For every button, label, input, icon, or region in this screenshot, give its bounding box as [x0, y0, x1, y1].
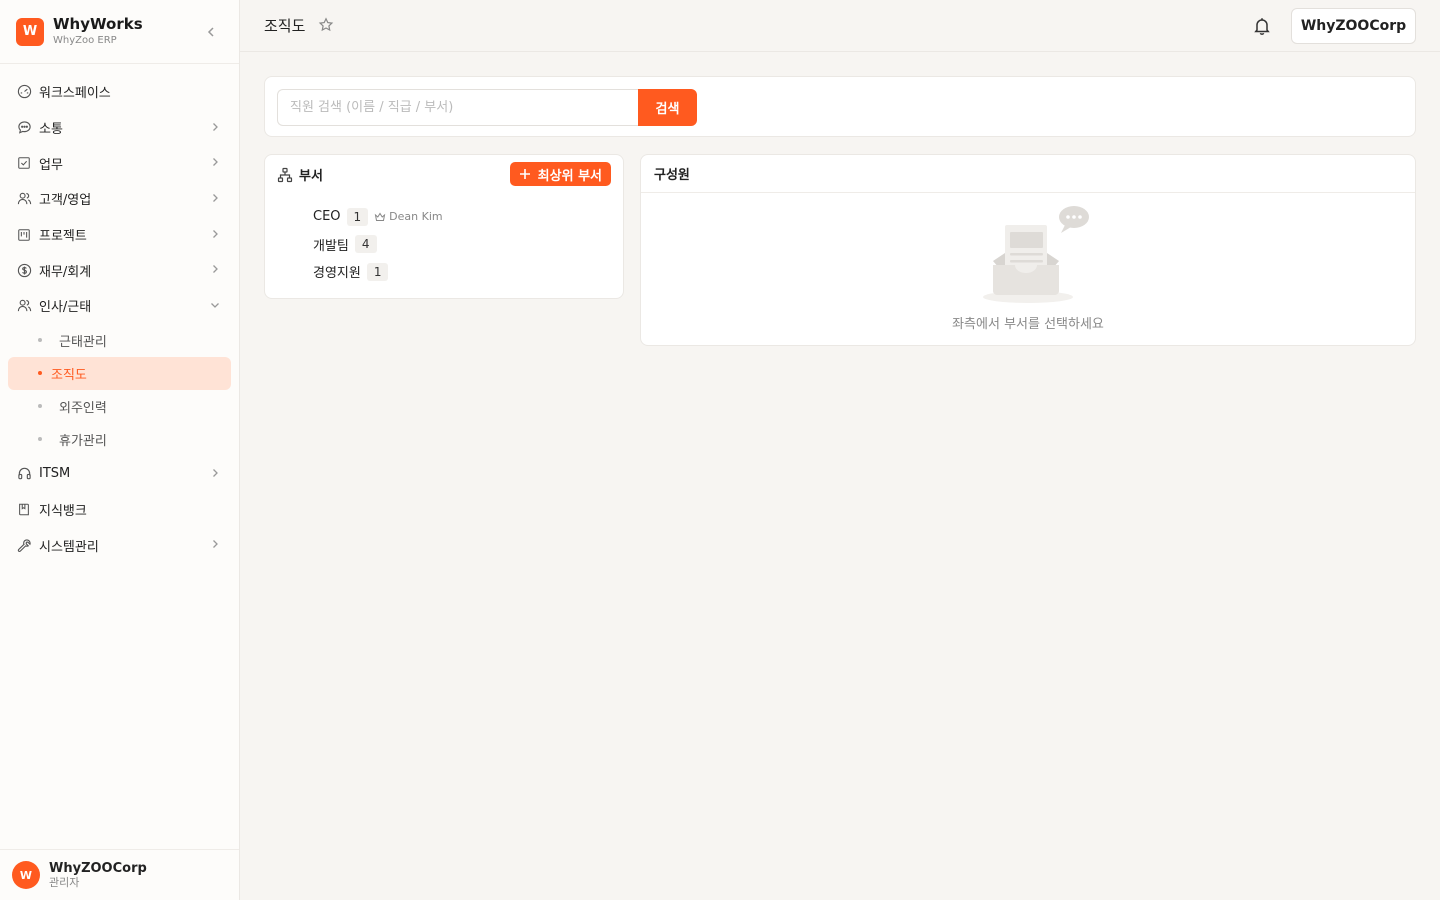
nav-item-itsm[interactable]: ITSM [0, 456, 239, 492]
star-icon[interactable] [318, 17, 334, 33]
members-panel-title: 구성원 [641, 155, 1415, 193]
chevron-right-icon [213, 468, 218, 477]
nav-item-system-admin[interactable]: 시스템관리 [0, 527, 239, 563]
org-tree-icon [277, 167, 293, 182]
sub-item-label: 휴가관리 [59, 433, 107, 449]
main-nav: 워크스페이스 소통 업무 고객/영업 프로젝트 재무/회계 인사/근태 근태관리… [0, 64, 239, 563]
nav-label: 재무/회계 [39, 264, 92, 280]
leader-name: Dean Kim [389, 210, 443, 224]
sub-item-leave[interactable]: 휴가관리 [8, 423, 231, 456]
employee-search-card: 검색 [264, 76, 1416, 137]
department-name: 경영지원 [313, 266, 361, 282]
members-panel: 구성원 좌측에서 부서를 선택하세요 [640, 154, 1416, 346]
department-panel-title: 부서 [299, 169, 323, 184]
brand-subtitle: WhyZoo ERP [53, 35, 117, 46]
add-top-department-button[interactable]: 최상위 부서 [509, 162, 611, 186]
department-name: 개발팀 [313, 238, 349, 254]
headset-icon [16, 466, 32, 482]
member-count-badge: 1 [346, 207, 369, 226]
chevron-right-icon [213, 158, 218, 167]
nav-item-communication[interactable]: 소통 [0, 110, 239, 146]
sub-item-label: 외주인력 [59, 400, 107, 416]
avatar: W [12, 861, 40, 889]
nav-item-workspace[interactable]: 워크스페이스 [0, 74, 239, 110]
collapse-sidebar-icon[interactable] [203, 24, 219, 40]
member-count-badge: 1 [366, 262, 389, 281]
people-icon [16, 298, 32, 314]
chevron-right-icon [213, 540, 218, 549]
page-title: 조직도 [264, 17, 306, 35]
search-button[interactable]: 검색 [638, 89, 697, 126]
nav-item-hr[interactable]: 인사/근태 [0, 288, 239, 324]
nav-label: 소통 [39, 122, 63, 138]
empty-state-message: 좌측에서 부서를 선택하세요 [952, 317, 1104, 332]
empty-inbox-icon [983, 206, 1089, 303]
nav-item-projects[interactable]: 프로젝트 [0, 217, 239, 253]
dashboard-icon [16, 84, 32, 100]
nav-label: 업무 [39, 157, 63, 173]
add-button-label: 최상위 부서 [537, 168, 602, 184]
nav-item-finance[interactable]: 재무/회계 [0, 252, 239, 288]
dollar-icon [16, 262, 32, 278]
bullet-dot [38, 436, 42, 441]
book-icon [16, 501, 32, 517]
bullet-dot [38, 370, 42, 375]
nav-label: ITSM [39, 466, 71, 482]
department-name: CEO [313, 209, 341, 225]
chevron-right-icon [213, 265, 218, 274]
user-role: 관리자 [49, 875, 80, 889]
sub-item-outsourcing[interactable]: 외주인력 [8, 390, 231, 423]
checkbox-icon [16, 155, 32, 171]
department-row-ceo[interactable]: CEO 1 Dean Kim [313, 203, 443, 231]
nav-label: 고객/영업 [39, 193, 92, 209]
department-panel: 부서 최상위 부서 CEO 1 Dean Kim 개발팀 4 경영지원 1 [264, 154, 624, 299]
chat-icon [16, 120, 32, 136]
sub-item-org-chart[interactable]: 조직도 [8, 356, 231, 390]
chevron-right-icon [213, 194, 218, 203]
sub-item-label: 근태관리 [59, 334, 107, 350]
kanban-icon [16, 227, 32, 243]
chevron-down-icon [211, 303, 219, 309]
department-leader: Dean Kim [374, 210, 443, 224]
nav-item-tasks[interactable]: 업무 [0, 145, 239, 181]
nav-item-knowledge-bank[interactable]: 지식뱅크 [0, 492, 239, 528]
department-tree: CEO 1 Dean Kim 개발팀 4 경영지원 1 [313, 203, 443, 286]
brand-logo: W [16, 17, 44, 46]
sidebar: W WhyWorks WhyZoo ERP 워크스페이스 소통 업무 고객/영업 [0, 0, 240, 900]
nav-label: 인사/근태 [39, 300, 92, 316]
plus-icon [519, 169, 530, 179]
top-header: 조직도 WhyZOOCorp [240, 0, 1440, 52]
users-icon [16, 191, 32, 207]
nav-label: 프로젝트 [39, 229, 87, 245]
department-row-management[interactable]: 경영지원 1 [313, 258, 443, 286]
bell-icon[interactable] [1252, 16, 1272, 36]
bullet-dot [38, 403, 42, 408]
department-panel-header: 부서 [277, 165, 323, 184]
chevron-right-icon [213, 229, 218, 238]
department-row-dev[interactable]: 개발팀 4 [313, 231, 443, 259]
user-profile[interactable]: W WhyZOOCorp 관리자 [0, 849, 239, 900]
sub-item-label: 조직도 [51, 367, 87, 383]
nav-label: 시스템관리 [39, 539, 99, 555]
crown-icon [374, 212, 386, 221]
user-name: WhyZOOCorp [49, 860, 147, 876]
wrench-icon [16, 537, 32, 553]
brand: W WhyWorks WhyZoo ERP [0, 0, 239, 64]
chevron-right-icon [213, 122, 218, 131]
member-count-badge: 4 [354, 235, 377, 254]
nav-label: 워크스페이스 [39, 86, 111, 102]
brand-name: WhyWorks [53, 15, 143, 33]
bullet-dot [38, 337, 42, 342]
nav-label: 지식뱅크 [39, 503, 87, 519]
corp-switcher-button[interactable]: WhyZOOCorp [1291, 8, 1416, 44]
nav-item-customers[interactable]: 고객/영업 [0, 181, 239, 217]
sub-item-attendance[interactable]: 근태관리 [8, 324, 231, 357]
employee-search-input[interactable] [277, 89, 639, 126]
